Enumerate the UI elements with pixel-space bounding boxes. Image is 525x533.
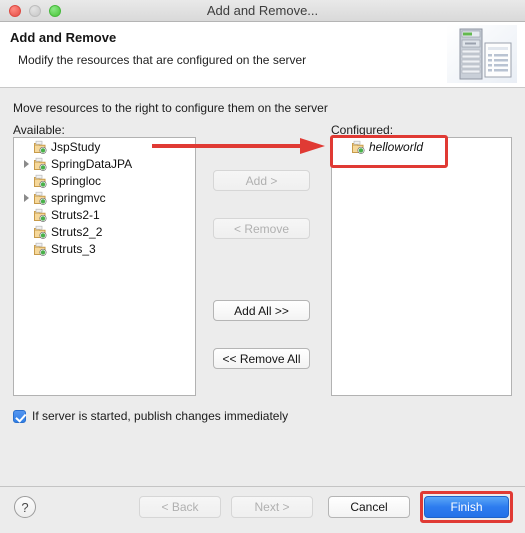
list-item[interactable]: springmvc: [14, 189, 195, 206]
page-title: Add and Remove: [10, 30, 117, 45]
project-icon: [351, 140, 365, 154]
project-icon: [33, 174, 47, 188]
list-item-label: helloworld: [369, 139, 424, 154]
chevron-right-icon[interactable]: [20, 192, 32, 204]
available-label: Available:: [13, 123, 65, 137]
cancel-button[interactable]: Cancel: [328, 496, 410, 518]
instruction-text: Move resources to the right to configure…: [13, 101, 328, 115]
project-icon: [33, 225, 47, 239]
list-item-label: springmvc: [51, 190, 106, 205]
project-icon: [33, 157, 47, 171]
list-item-label: JspStudy: [51, 139, 101, 154]
list-item-label: Springloc: [51, 173, 102, 188]
publish-immediately-checkbox[interactable]: [13, 409, 26, 423]
dialog-window: Add and Remove... Add and Remove Modify …: [0, 0, 525, 533]
help-icon[interactable]: ?: [14, 496, 36, 518]
list-item-label: Struts2-1: [51, 207, 100, 222]
project-icon: [33, 140, 47, 154]
list-item-label: Struts_3: [51, 241, 96, 256]
next-button[interactable]: Next >: [231, 496, 313, 518]
publish-immediately-row[interactable]: If server is started, publish changes im…: [13, 409, 288, 423]
available-list[interactable]: JspStudy SpringDataJPA Springloc springmvc S…: [13, 137, 196, 396]
project-icon: [33, 191, 47, 205]
finish-button[interactable]: Finish: [424, 496, 509, 518]
list-item-label: SpringDataJPA: [51, 156, 133, 171]
configured-label: Configured:: [331, 123, 394, 137]
remove-button[interactable]: < Remove: [213, 218, 310, 239]
list-item[interactable]: helloworld: [332, 138, 511, 155]
header-banner: Add and Remove Modify the resources that…: [0, 22, 525, 88]
list-item[interactable]: Springloc: [14, 172, 195, 189]
list-item[interactable]: Struts2-1: [14, 206, 195, 223]
annotation-arrow-icon: [150, 138, 325, 154]
project-icon: [33, 208, 47, 222]
title-bar: Add and Remove...: [0, 0, 525, 22]
remove-all-button[interactable]: << Remove All: [213, 348, 310, 369]
back-button[interactable]: < Back: [139, 496, 221, 518]
add-button[interactable]: Add >: [213, 170, 310, 191]
window-title: Add and Remove...: [206, 3, 319, 18]
page-subtitle: Modify the resources that are configured…: [18, 53, 307, 67]
configured-list[interactable]: helloworld: [331, 137, 512, 396]
list-item[interactable]: Struts2_2: [14, 223, 195, 240]
publish-immediately-label: If server is started, publish changes im…: [32, 409, 289, 423]
project-icon: [33, 242, 47, 256]
chevron-right-icon[interactable]: [20, 158, 32, 170]
add-all-button[interactable]: Add All >>: [213, 300, 310, 321]
list-item[interactable]: SpringDataJPA: [14, 155, 195, 172]
server-document-icon: [447, 25, 517, 83]
list-item-label: Struts2_2: [51, 224, 103, 239]
list-item[interactable]: Struts_3: [14, 240, 195, 257]
